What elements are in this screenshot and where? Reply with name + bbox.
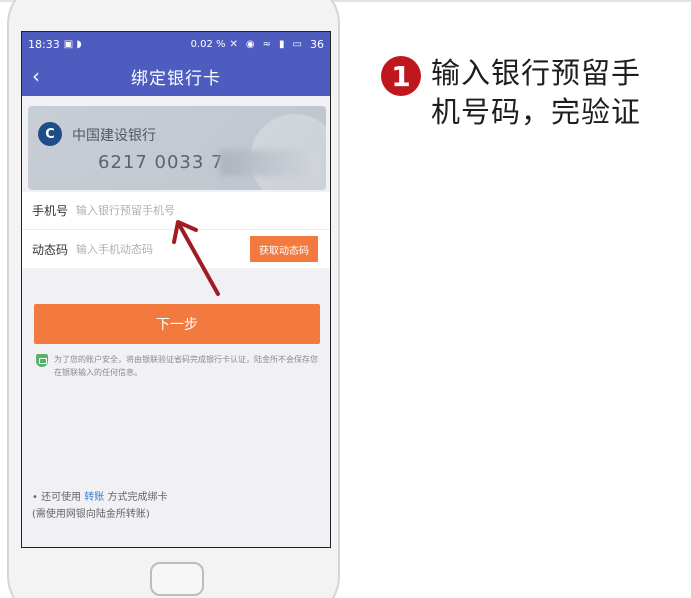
battery-icon: ▭ [292,38,302,50]
next-button[interactable]: 下一步 [34,304,320,344]
title-bar: ‹ 绑定银行卡 [22,56,330,96]
security-notice-text: 为了您的账户安全，将由银联验证省码完成银行卡认证，陆金所不会保存您在银联输入的任… [54,355,318,377]
bank-name: 中国建设银行 [72,128,156,144]
card-number-mask [220,150,320,176]
status-bar: 18:33 ▣ ◗ 0.02 % ✕ ◉ ≈ ▮ ▭ 36 [22,32,330,56]
home-button[interactable] [150,562,204,596]
hint-line-1: • 还可使用 转账 方式完成绑卡 [32,492,168,503]
status-right: 0.02 % ✕ ◉ ≈ ▮ ▭ 36 [191,38,324,51]
card-number: 6217 0033 7 [98,152,224,173]
code-label: 动态码 [32,242,69,257]
get-code-button[interactable]: 获取动态码 [250,236,318,262]
status-time: 18:33 [28,37,60,51]
step-number-badge: 1 [381,56,421,96]
signal-icon: ▮ [279,38,285,50]
mute-icon: ✕ [229,38,238,50]
data-rate: 0.02 % [190,38,226,50]
battery-level: 36 [310,37,324,51]
bank-logo-icon: C [38,122,62,146]
notification-icons: ▣ ◗ [63,38,82,50]
transfer-link[interactable]: 转账 [84,492,104,503]
back-icon[interactable]: ‹ [32,64,40,88]
annotation-arrow-icon [172,220,220,296]
alarm-icon: ◉ [245,38,255,50]
security-notice: 为了您的账户安全，将由银联验证省码完成银行卡认证，陆金所不会保存您在银联输入的任… [36,353,322,379]
alternative-hint: • 还可使用 转账 方式完成绑卡 (需使用网银向陆金所转账) [32,489,167,523]
bank-card: C 中国建设银行 6217 0033 7 [28,106,326,190]
wifi-icon: ≈ [262,38,272,50]
hint-line-2: (需使用网银向陆金所转账) [32,509,150,520]
shield-icon [36,354,48,367]
phone-label: 手机号 [32,204,69,218]
step-text: 输入银行预留手机号码，完验证 [431,56,642,129]
page-title: 绑定银行卡 [131,68,221,89]
